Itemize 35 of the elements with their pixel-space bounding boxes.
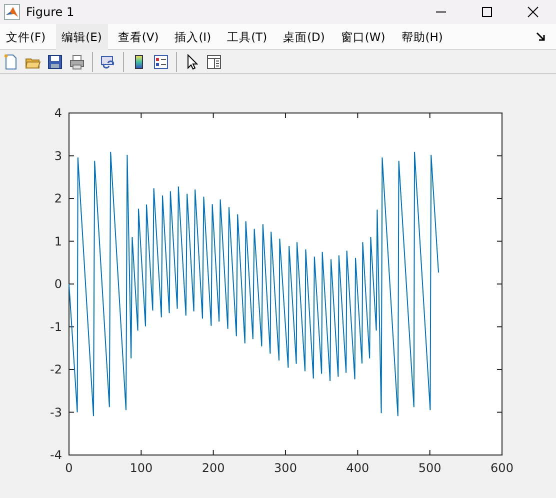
y-tick-label: -3 xyxy=(50,405,62,420)
menu-item[interactable]: 文件(F) xyxy=(0,24,52,50)
menu-item[interactable]: 编辑(E) xyxy=(56,24,108,50)
x-tick-label: 0 xyxy=(65,461,73,475)
legend-icon[interactable] xyxy=(153,54,169,70)
y-tick-label: 2 xyxy=(54,192,62,206)
y-tick-label: -4 xyxy=(50,448,62,462)
menu-item[interactable]: 窗口(W) xyxy=(334,24,392,50)
window-title: Figure 1 xyxy=(26,4,74,21)
x-tick-label: 400 xyxy=(346,461,370,475)
x-tick-label: 600 xyxy=(490,461,514,475)
y-tick-label: -1 xyxy=(50,320,62,334)
y-tick-label: 3 xyxy=(54,148,62,163)
menu-item[interactable]: 帮助(H) xyxy=(395,24,449,50)
menu-item[interactable]: 查看(V) xyxy=(112,24,165,50)
save-icon[interactable] xyxy=(47,54,63,70)
close-icon[interactable] xyxy=(525,4,541,20)
property-panel-icon[interactable] xyxy=(206,54,222,70)
dock-arrow-icon[interactable] xyxy=(536,32,546,42)
matlab-logo-icon xyxy=(4,4,20,20)
x-tick-label: 500 xyxy=(418,461,442,475)
y-tick-label: 1 xyxy=(54,234,62,248)
menu-item[interactable]: 桌面(D) xyxy=(277,24,331,50)
y-tick-label: 0 xyxy=(54,277,62,291)
x-tick-label: 100 xyxy=(130,461,153,475)
menu-item[interactable]: 插入(I) xyxy=(168,24,218,50)
y-tick-label: -2 xyxy=(50,362,62,376)
y-tick-label: 4 xyxy=(54,106,62,120)
x-tick-label: 300 xyxy=(274,461,297,475)
x-tick-label: 200 xyxy=(202,461,225,475)
printer-icon[interactable] xyxy=(69,54,85,70)
maximize-icon[interactable] xyxy=(479,4,495,20)
link-icon[interactable] xyxy=(100,54,116,70)
new-file-icon[interactable] xyxy=(3,54,19,70)
menu-item[interactable]: 工具(T) xyxy=(221,24,274,50)
